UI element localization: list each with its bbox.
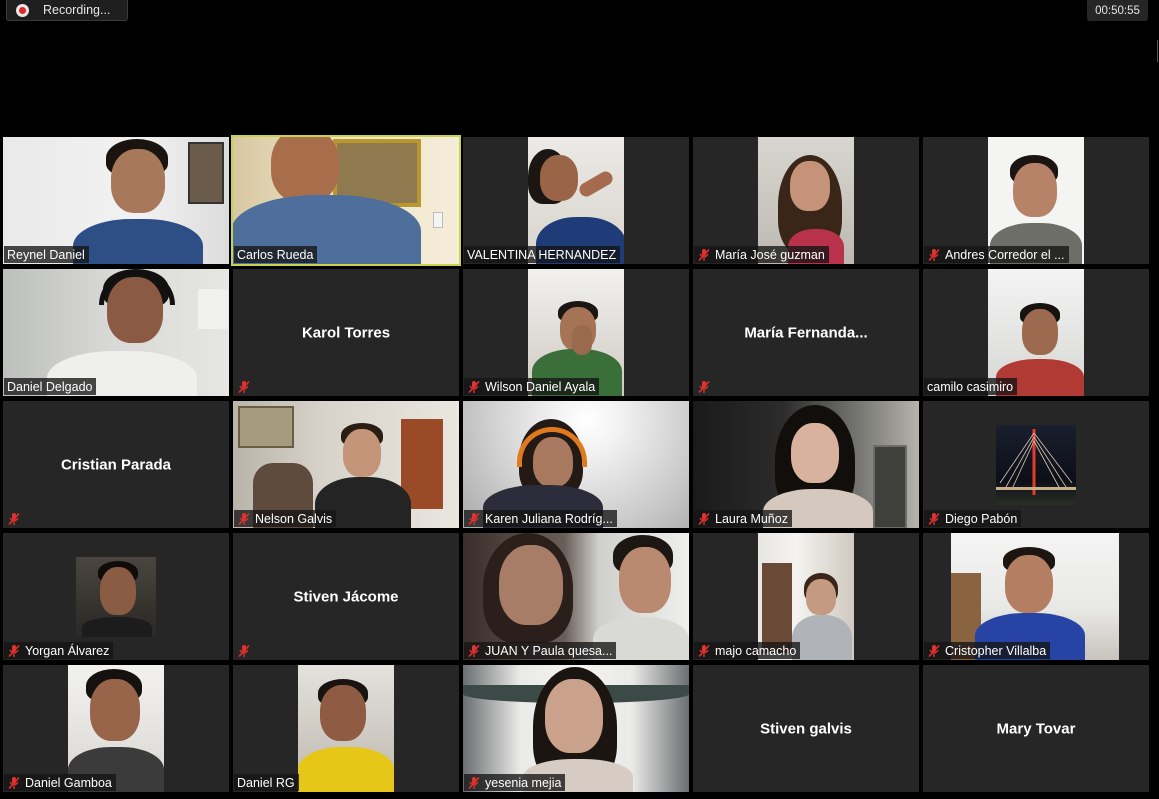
participant-video — [988, 269, 1084, 396]
participant-tile[interactable]: Reynel Daniel — [3, 137, 229, 264]
participant-video — [463, 665, 689, 792]
participant-name: Diego Pabón — [924, 510, 1022, 527]
participant-name: Yorgan Álvarez — [4, 642, 114, 659]
participant-video — [528, 269, 624, 396]
window-edge — [1157, 40, 1158, 62]
mic-muted-icon — [8, 776, 20, 789]
profile-picture — [996, 425, 1076, 505]
participant-name: majo camacho — [694, 642, 801, 659]
participant-name: Cristopher Villalba — [924, 642, 1051, 659]
participant-name: Laura Muñoz — [694, 510, 792, 527]
participant-display-name: Stiven Jácome — [293, 588, 399, 605]
participant-tile[interactable]: María José guzman — [693, 137, 919, 264]
participant-name: Karen Juliana Rodríg... — [464, 510, 617, 527]
participant-name: María José guzman — [694, 246, 829, 263]
participant-tile[interactable]: Karol Torres — [233, 269, 459, 396]
participant-tile[interactable]: Stiven galvis — [693, 665, 919, 792]
top-bar: Recording... 00:50:55 — [0, 0, 1159, 24]
participant-name: Wilson Daniel Ayala — [464, 378, 600, 395]
record-icon — [16, 3, 29, 17]
participant-video — [988, 137, 1084, 264]
mic-muted-icon — [238, 512, 250, 525]
participant-display-name: Karol Torres — [301, 324, 391, 341]
participant-name: JUAN Y Paula quesa... — [464, 642, 617, 659]
participant-video — [463, 533, 689, 660]
participant-tile[interactable]: Andres Corredor el ... — [923, 137, 1149, 264]
participant-video — [951, 533, 1119, 660]
participant-video — [298, 665, 394, 792]
participant-video — [3, 269, 229, 396]
participant-video — [758, 533, 854, 660]
participant-name — [234, 642, 259, 659]
participant-tile[interactable]: yesenia mejia — [463, 665, 689, 792]
participant-tile[interactable]: Yorgan Álvarez — [3, 533, 229, 660]
participant-tile[interactable]: Cristopher Villalba — [923, 533, 1149, 660]
mic-muted-icon — [928, 248, 940, 261]
participant-name — [234, 378, 259, 395]
recording-label: Recording... — [43, 3, 111, 17]
mic-muted-icon — [468, 644, 480, 657]
participant-tile[interactable]: Diego Pabón — [923, 401, 1149, 528]
participant-name — [694, 378, 719, 395]
participant-video — [758, 137, 854, 264]
mic-muted-icon — [928, 512, 940, 525]
participant-name: Carlos Rueda — [234, 246, 318, 263]
mic-muted-icon — [468, 380, 480, 393]
mic-muted-icon — [238, 644, 250, 657]
participant-name: Andres Corredor el ... — [924, 246, 1069, 263]
participant-display-name: Stiven galvis — [760, 720, 852, 737]
meeting-timer: 00:50:55 — [1087, 0, 1148, 21]
participant-video — [3, 137, 229, 264]
participant-tile[interactable]: VALENTINA HERNANDEZ — [463, 137, 689, 264]
participant-display-name: María Fernanda... — [744, 324, 868, 341]
recording-indicator[interactable]: Recording... — [6, 0, 128, 21]
participant-display-name: Mary Tovar — [996, 720, 1076, 737]
mic-muted-icon — [698, 380, 710, 393]
participant-tile[interactable]: JUAN Y Paula quesa... — [463, 533, 689, 660]
participant-tile[interactable]: Cristian Parada — [3, 401, 229, 528]
participant-tile[interactable]: Wilson Daniel Ayala — [463, 269, 689, 396]
mic-muted-icon — [468, 512, 480, 525]
participant-tile[interactable]: Daniel RG — [233, 665, 459, 792]
participant-name: yesenia mejia — [464, 774, 566, 791]
participant-name — [4, 510, 29, 527]
participant-tile[interactable]: Karen Juliana Rodríg... — [463, 401, 689, 528]
participant-name: VALENTINA HERNANDEZ — [464, 246, 621, 263]
participant-tile[interactable]: Stiven Jácome — [233, 533, 459, 660]
mic-muted-icon — [468, 776, 480, 789]
participant-tile[interactable]: majo camacho — [693, 533, 919, 660]
participant-video — [233, 401, 459, 528]
participant-tile[interactable]: camilo casimiro — [923, 269, 1149, 396]
participant-tile[interactable]: Mary Tovar — [923, 665, 1149, 792]
mic-muted-icon — [698, 512, 710, 525]
mic-muted-icon — [698, 248, 710, 261]
participant-tile[interactable]: Laura Muñoz — [693, 401, 919, 528]
mic-muted-icon — [698, 644, 710, 657]
participant-tile[interactable]: María Fernanda... — [693, 269, 919, 396]
mic-muted-icon — [238, 380, 250, 393]
participant-video — [68, 665, 164, 792]
participant-tile[interactable]: Daniel Delgado — [3, 269, 229, 396]
participant-name: Daniel Gamboa — [4, 774, 116, 791]
participant-video — [233, 137, 459, 264]
participant-tile[interactable]: Daniel Gamboa — [3, 665, 229, 792]
participant-name: Daniel Delgado — [4, 378, 97, 395]
participant-video — [463, 401, 689, 528]
mic-muted-icon — [8, 644, 20, 657]
participant-display-name: Cristian Parada — [60, 456, 172, 473]
bridge-image-icon — [996, 429, 1076, 495]
participant-video — [693, 401, 919, 528]
mic-muted-icon — [928, 644, 940, 657]
participant-name: Reynel Daniel — [4, 246, 89, 263]
profile-picture — [76, 557, 156, 637]
gallery-grid: Reynel Daniel Carlos Rueda VALENTINA HER… — [3, 135, 1149, 792]
mic-muted-icon — [8, 512, 20, 525]
participant-name: Nelson Galvis — [234, 510, 337, 527]
participant-tile[interactable]: Nelson Galvis — [233, 401, 459, 528]
participant-tile-active-speaker[interactable]: Carlos Rueda — [231, 135, 461, 266]
participant-name: camilo casimiro — [924, 378, 1018, 395]
participant-video — [528, 137, 624, 264]
participant-name: Daniel RG — [234, 774, 299, 791]
